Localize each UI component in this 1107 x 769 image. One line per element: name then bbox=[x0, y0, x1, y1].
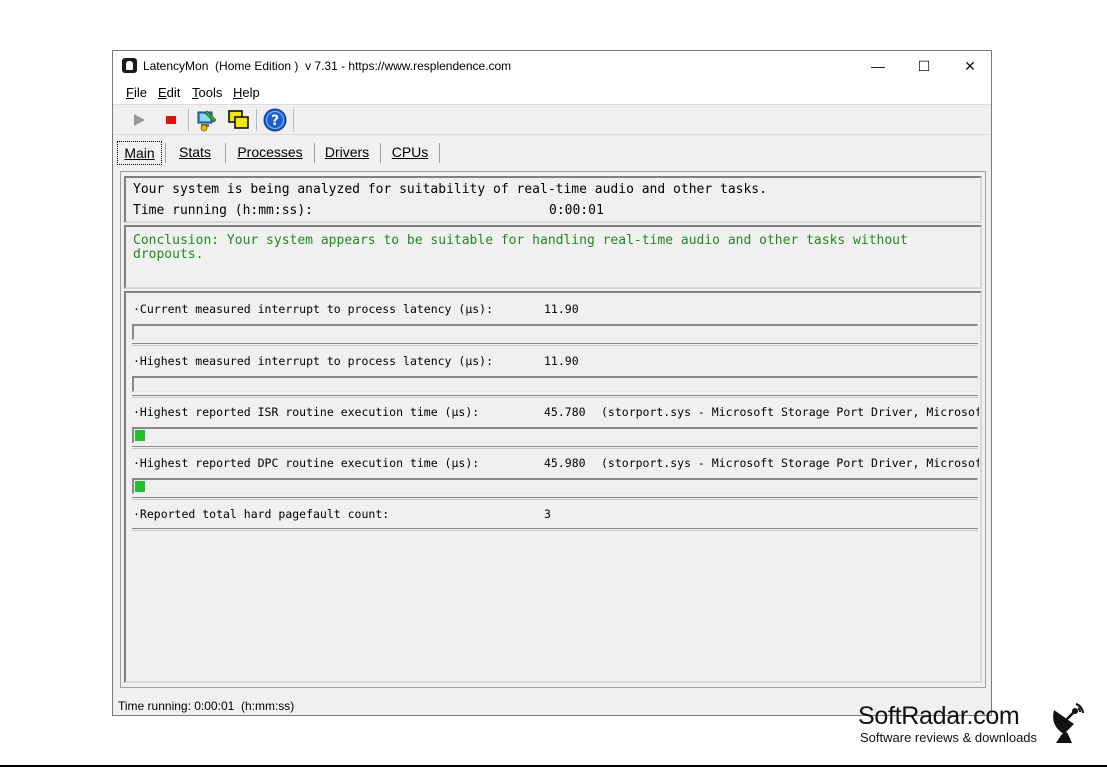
meter-dpc-time bbox=[132, 478, 978, 494]
minimize-button[interactable]: — bbox=[855, 51, 901, 81]
metric-value-pagefault-count: 3 bbox=[544, 507, 551, 521]
page-bottom-rule bbox=[0, 765, 1107, 767]
help-icon[interactable]: ? bbox=[263, 108, 287, 132]
status-time-running: Time running: 0:00:01 (h:mm:ss) bbox=[118, 699, 295, 713]
meter-underline bbox=[132, 395, 978, 398]
menu-bar: File Edit Tools Help bbox=[113, 81, 991, 104]
stop-icon[interactable] bbox=[159, 108, 183, 132]
tab-main[interactable]: Main bbox=[117, 141, 162, 165]
metric-value-dpc-time: 45.980 bbox=[544, 456, 586, 470]
metric-detail-dpc-driver: (storport.sys - Microsoft Storage Port D… bbox=[601, 456, 979, 470]
meter-isr-time bbox=[132, 427, 978, 443]
metric-label-isr-time: ·Highest reported ISR routine execution … bbox=[133, 405, 480, 419]
meter-fill-isr-time bbox=[135, 430, 145, 441]
menu-tools[interactable]: Tools bbox=[192, 85, 222, 100]
tab-strip: Main Stats Processes Drivers CPUs bbox=[113, 137, 991, 167]
metric-label-highest-latency: ·Highest measured interrupt to process l… bbox=[133, 354, 494, 368]
toolbar: ? bbox=[113, 104, 991, 135]
metric-detail-isr-driver: (storport.sys - Microsoft Storage Port D… bbox=[601, 405, 979, 419]
window-title: LatencyMon (Home Edition ) v 7.31 - http… bbox=[143, 59, 512, 73]
meter-current-latency bbox=[132, 324, 978, 340]
latencymon-app-icon bbox=[122, 58, 137, 73]
tab-stats[interactable]: Stats bbox=[172, 141, 218, 163]
monitor-icon[interactable] bbox=[195, 108, 219, 132]
maximize-button[interactable]: ☐ bbox=[901, 51, 947, 81]
metric-value-current-latency: 11.90 bbox=[544, 302, 579, 316]
svg-text:?: ? bbox=[271, 113, 279, 129]
latencymon-window: LatencyMon (Home Edition ) v 7.31 - http… bbox=[112, 50, 992, 716]
time-running-value: 0:00:01 bbox=[549, 203, 604, 218]
analysis-status-text: Your system is being analyzed for suitab… bbox=[133, 182, 767, 197]
menu-edit[interactable]: Edit bbox=[158, 85, 180, 100]
metric-label-pagefault-count: ·Reported total hard pagefault count: bbox=[133, 507, 390, 521]
tab-drivers[interactable]: Drivers bbox=[320, 141, 374, 163]
metric-value-highest-latency: 11.90 bbox=[544, 354, 579, 368]
softradar-watermark: SoftRadar.com Software reviews & downloa… bbox=[858, 700, 1098, 750]
meter-underline bbox=[132, 343, 978, 346]
close-button[interactable]: ✕ bbox=[947, 51, 993, 81]
toolbar-separator bbox=[188, 109, 189, 131]
tab-separator bbox=[165, 143, 166, 163]
toolbar-separator bbox=[293, 109, 294, 131]
time-running-label: Time running (h:mm:ss): bbox=[133, 203, 314, 218]
windows-icon[interactable] bbox=[227, 108, 251, 132]
main-tab-content: Your system is being analyzed for suitab… bbox=[120, 171, 986, 688]
analysis-panel: Your system is being analyzed for suitab… bbox=[124, 176, 982, 223]
meter-pagefault-count bbox=[132, 528, 978, 531]
metric-label-current-latency: ·Current measured interrupt to process l… bbox=[133, 302, 494, 316]
tab-separator bbox=[225, 143, 226, 163]
watermark-brand: SoftRadar.com bbox=[858, 702, 1020, 730]
watermark-tagline: Software reviews & downloads bbox=[860, 730, 1038, 745]
metric-label-dpc-time: ·Highest reported DPC routine execution … bbox=[133, 456, 480, 470]
tab-separator bbox=[314, 143, 315, 163]
meter-highest-latency bbox=[132, 376, 978, 392]
meter-underline bbox=[132, 497, 978, 500]
menu-file[interactable]: File bbox=[126, 85, 147, 100]
meter-fill-dpc-time bbox=[135, 481, 145, 492]
tab-separator bbox=[380, 143, 381, 163]
conclusion-text: Conclusion: Your system appears to be su… bbox=[133, 233, 908, 262]
conclusion-panel: Conclusion: Your system appears to be su… bbox=[124, 225, 982, 289]
tab-cpus[interactable]: CPUs bbox=[386, 141, 434, 163]
metric-value-isr-time: 45.780 bbox=[544, 405, 586, 419]
meter-underline bbox=[132, 446, 978, 449]
satellite-dish-icon bbox=[1053, 703, 1084, 743]
title-bar[interactable]: LatencyMon (Home Edition ) v 7.31 - http… bbox=[113, 51, 991, 81]
menu-help[interactable]: Help bbox=[233, 85, 260, 100]
play-icon[interactable] bbox=[127, 108, 151, 132]
toolbar-separator bbox=[256, 109, 257, 131]
tab-separator bbox=[439, 143, 440, 163]
metrics-panel: ·Current measured interrupt to process l… bbox=[124, 291, 982, 683]
tab-processes[interactable]: Processes bbox=[231, 141, 309, 163]
